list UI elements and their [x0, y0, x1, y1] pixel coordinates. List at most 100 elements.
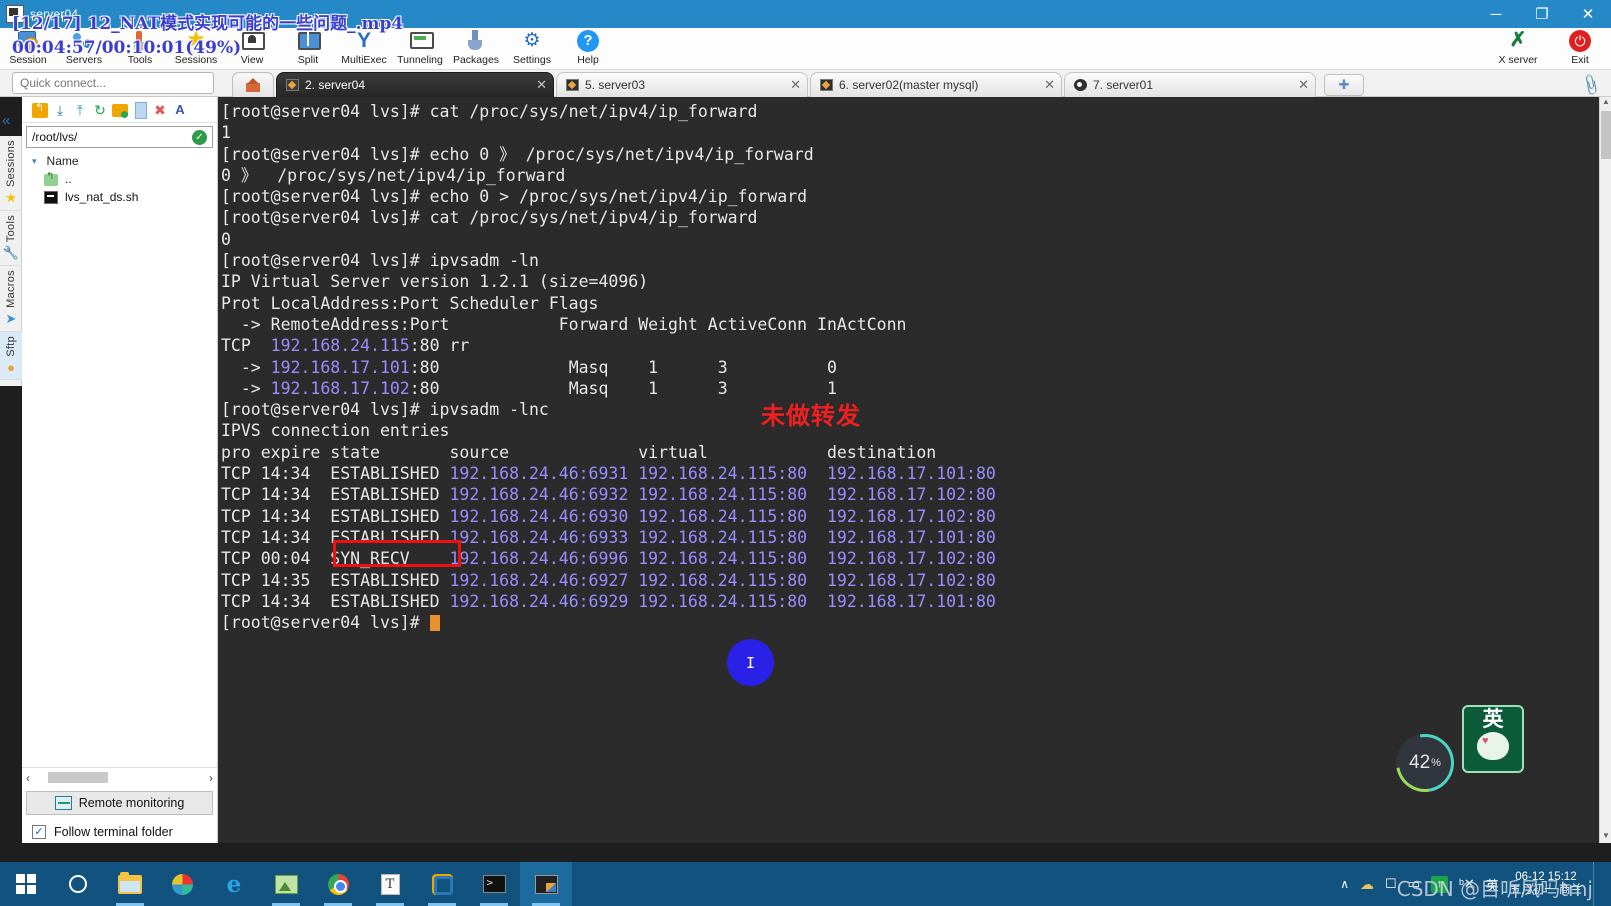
follow-terminal-checkbox[interactable]: ✓: [32, 825, 46, 839]
toolbar-label: Settings: [513, 54, 551, 66]
file-name: ..: [65, 172, 72, 186]
tab-server02[interactable]: 6. server02(master mysql) ✕: [810, 72, 1062, 97]
rail-label: Macros: [5, 270, 17, 309]
terminal-line: IP Virtual Server version 1.2.1 (size=40…: [221, 271, 1599, 292]
upload-icon[interactable]: ⤒: [72, 102, 88, 118]
show-desktop-button[interactable]: [1593, 862, 1601, 906]
typora[interactable]: T: [364, 862, 416, 906]
windows-start-icon: [16, 874, 36, 894]
annotation-note-chinese: 未做转发: [761, 402, 861, 430]
terminal-line: [root@server04 lvs]#: [221, 612, 1599, 633]
terminal-line: [root@server04 lvs]# echo 0 > /proc/sys/…: [221, 186, 1599, 207]
chevron-down-icon[interactable]: ▾: [32, 156, 37, 167]
terminal-text: ->: [221, 357, 271, 377]
terminal-text: ->: [221, 378, 271, 398]
mouse-cursor-highlight: I: [727, 639, 774, 686]
rail-item-tools[interactable]: Tools 🔧: [0, 211, 22, 267]
terminal-output[interactable]: [root@server04 lvs]# cat /proc/sys/net/i…: [218, 97, 1599, 843]
window-controls[interactable]: ─ ❐ ✕: [1473, 0, 1611, 28]
tab-close-icon[interactable]: ✕: [1290, 77, 1309, 93]
follow-terminal-folder-row[interactable]: ✓ Follow terminal folder: [32, 825, 173, 839]
scroll-left-icon[interactable]: ‹: [26, 771, 30, 785]
tab-close-icon[interactable]: ✕: [528, 77, 547, 93]
mobaxterm-window: server04 ─ ❐ ✕ Session Servers Tools ★ S…: [0, 0, 1611, 906]
monitor-icon: [54, 796, 72, 810]
toolbar-packages[interactable]: Packages: [448, 28, 504, 70]
terminal-line: -> 192.168.17.102:80 Masq 1 3 1: [221, 378, 1599, 399]
list-item[interactable]: lvs_nat_ds.sh: [22, 186, 217, 204]
command-prompt[interactable]: [468, 862, 520, 906]
toolbar-label: Exit: [1571, 54, 1589, 66]
cloud-icon[interactable]: ☁: [1360, 876, 1374, 893]
gear-icon: ⚙: [523, 30, 541, 51]
tab-close-icon[interactable]: ✕: [1036, 77, 1055, 93]
sftp-horizontal-scrollbar[interactable]: ‹ ›: [22, 767, 217, 787]
mobaxterm[interactable]: [520, 862, 572, 906]
xserver-icon: ✗: [1509, 29, 1527, 51]
windows-taskbar: e T ∧ ☁ ☐ ▭ ↑ ᵇ✕ 英 06-12 15:12 五月初一 商兰: [0, 862, 1611, 906]
sftp-path-field[interactable]: /root/lvs/ ✓: [26, 126, 213, 148]
rename-icon[interactable]: A: [172, 102, 188, 118]
new-tab-button[interactable]: ✚: [1324, 74, 1364, 96]
scroll-up-icon[interactable]: ▲: [1601, 97, 1611, 109]
scrollbar-thumb[interactable]: [48, 772, 108, 783]
terminal-text: [root@server04 lvs]# cat /proc/sys/net/i…: [221, 102, 758, 121]
tab-close-icon[interactable]: ✕: [782, 77, 801, 93]
path-ok-icon[interactable]: ✓: [192, 129, 207, 145]
tab-home[interactable]: [232, 72, 274, 97]
rail-item-macros[interactable]: Macros ➤: [0, 266, 22, 333]
scroll-down-icon[interactable]: ▼: [1601, 831, 1611, 843]
toolbar-xserver[interactable]: ✗ X server: [1487, 28, 1549, 70]
close-button[interactable]: ✕: [1565, 0, 1611, 28]
play-icon: ➤: [5, 311, 17, 327]
delete-icon[interactable]: ✖: [152, 102, 168, 118]
pinwheel-app[interactable]: [156, 862, 208, 906]
pinwheel-icon: [171, 873, 193, 895]
tab-server01[interactable]: 7. server01 ✕: [1064, 72, 1316, 97]
rail-item-sftp[interactable]: Sftp ●: [0, 332, 22, 380]
cortana-button[interactable]: [52, 862, 104, 906]
microsoft-edge[interactable]: e: [208, 862, 260, 906]
refresh-icon[interactable]: ↻: [92, 102, 108, 118]
mobaxterm-icon: [534, 874, 558, 894]
rail-item-sessions[interactable]: Sessions ★: [0, 136, 22, 212]
toolbar-help[interactable]: ? Help: [560, 28, 616, 70]
toolbar-settings[interactable]: ⚙ Settings: [504, 28, 560, 70]
list-item[interactable]: ..: [22, 168, 217, 186]
maximize-button[interactable]: ❐: [1519, 0, 1565, 28]
terminal-text: 192.168.17.101: [270, 357, 410, 377]
terminal-text: 192.168.24.46:6996 192.168.24.115:80 192…: [449, 549, 996, 569]
collapse-sidebar-button[interactable]: «: [2, 112, 10, 129]
rail-label: Sessions: [5, 140, 17, 188]
tab-bar-row: 2. server04 ✕ 5. server03 ✕ 6. server02(…: [0, 70, 1611, 97]
file-explorer[interactable]: [104, 862, 156, 906]
start-button[interactable]: [0, 862, 52, 906]
tray-expand-icon[interactable]: ∧: [1340, 877, 1349, 891]
monitor-icon[interactable]: ☐: [1385, 876, 1397, 892]
quick-connect-input[interactable]: [12, 72, 214, 94]
photo-app[interactable]: [260, 862, 312, 906]
ubuntu-icon: [1074, 79, 1087, 91]
tab-server03[interactable]: 5. server03 ✕: [556, 72, 808, 97]
terminal-scrollbar[interactable]: ▲ ▼: [1599, 97, 1611, 843]
scrollbar-thumb[interactable]: [1601, 111, 1611, 159]
terminal-text: 192.168.24.46:6933 192.168.24.115:80 192…: [449, 527, 996, 547]
tab-label: 2. server04: [305, 78, 366, 92]
scroll-right-icon[interactable]: ›: [209, 771, 213, 785]
heart-icon: [1477, 732, 1509, 760]
new-folder-icon[interactable]: [112, 102, 128, 118]
remote-monitoring-button[interactable]: Remote monitoring: [26, 791, 213, 815]
upload-parent-icon[interactable]: [32, 101, 48, 118]
toolbar-exit[interactable]: ⏻ Exit: [1549, 28, 1611, 70]
terminal-text: IP Virtual Server version 1.2.1 (size=40…: [221, 272, 649, 292]
new-file-icon[interactable]: [132, 101, 148, 119]
sftp-column-header[interactable]: ▾ Name: [22, 148, 217, 168]
tab-server04[interactable]: 2. server04 ✕: [276, 72, 554, 97]
terminal-line: -> 192.168.17.101:80 Masq 1 3 0: [221, 357, 1599, 378]
terminal-line: [root@server04 lvs]# cat /proc/sys/net/i…: [221, 207, 1599, 228]
vmware[interactable]: [416, 862, 468, 906]
minimize-button[interactable]: ─: [1473, 0, 1519, 28]
google-chrome[interactable]: [312, 862, 364, 906]
download-icon[interactable]: ⤓: [52, 102, 68, 118]
toolbar-label: Help: [577, 54, 599, 66]
